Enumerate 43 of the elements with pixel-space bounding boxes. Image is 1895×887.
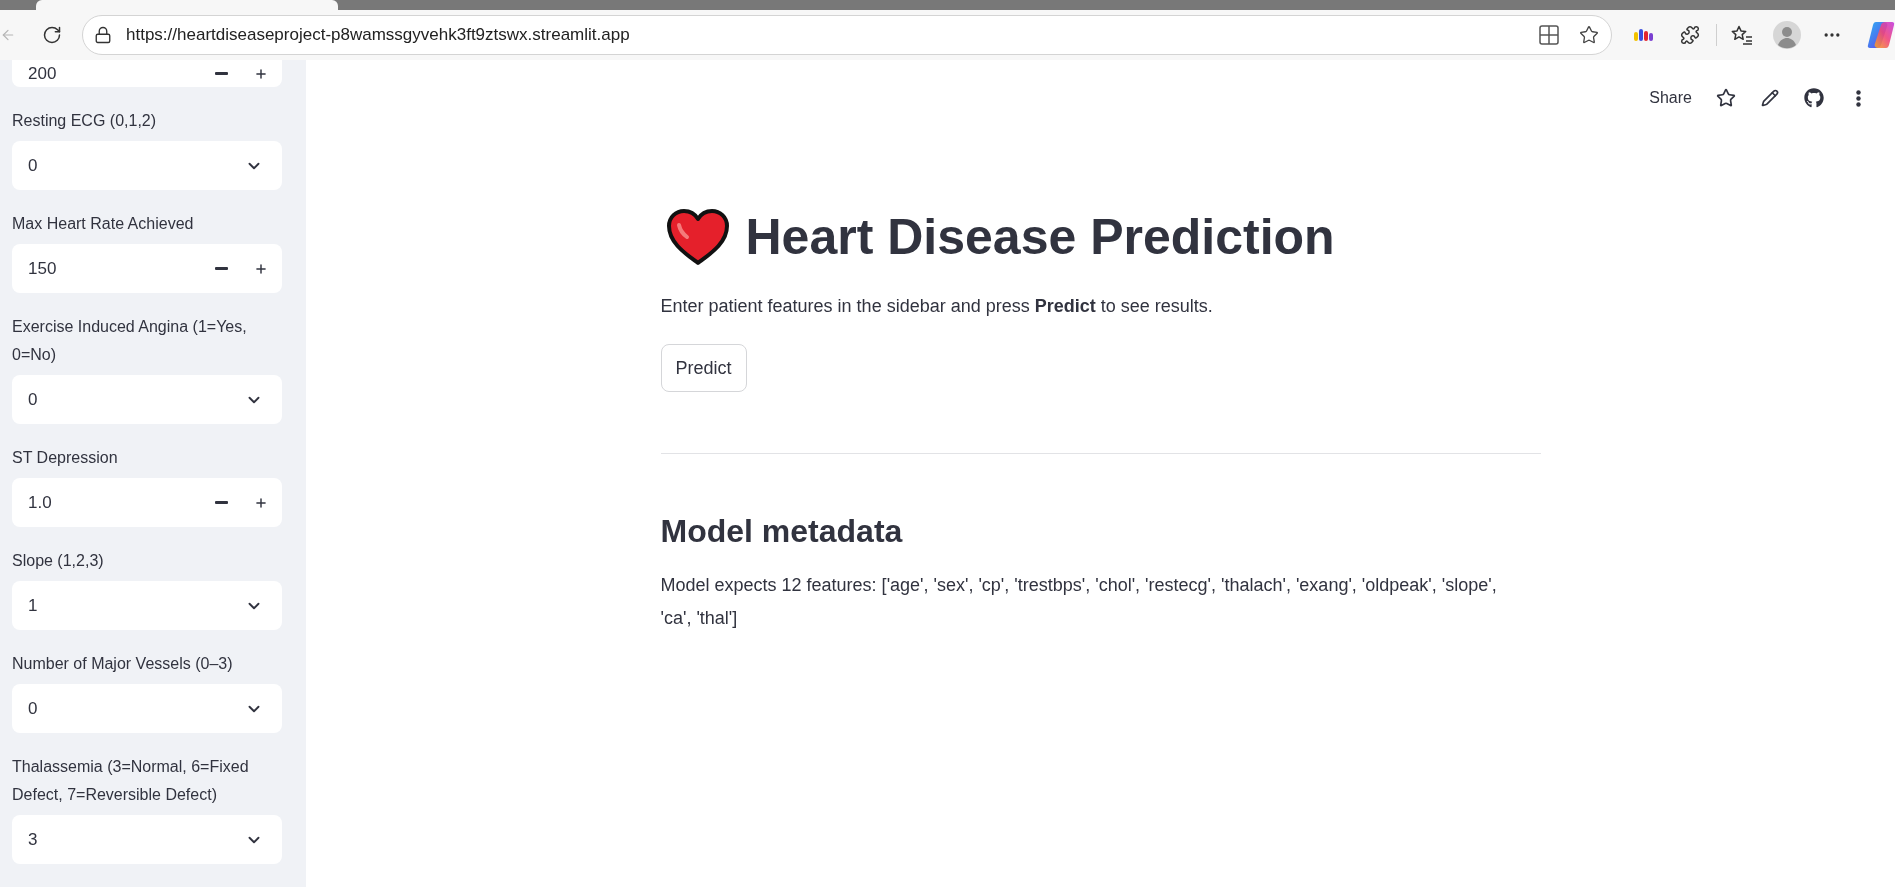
number-input[interactable]: 1.0 <box>12 478 282 527</box>
lock-icon[interactable] <box>94 26 112 44</box>
minus-icon <box>214 501 228 504</box>
github-icon <box>1804 88 1824 108</box>
pencil-icon <box>1761 89 1779 107</box>
select-dropdown[interactable]: 0 <box>12 141 282 190</box>
minus-icon <box>214 267 228 270</box>
reload-icon[interactable] <box>42 25 62 45</box>
section-title: Model metadata <box>660 512 904 551</box>
star-list-icon[interactable] <box>1731 25 1753 45</box>
share-button[interactable]: Share <box>1641 80 1700 116</box>
field-label: Max Heart Rate Achieved <box>12 214 195 234</box>
select-dropdown[interactable]: 0 <box>12 375 282 424</box>
gradient-logo-icon[interactable] <box>1867 21 1895 49</box>
plus-icon <box>254 66 268 81</box>
address-field[interactable]: https://heartdiseaseproject-p8wamssgyvehk3ft9ztswx.streamlit.app <box>82 15 1612 55</box>
field-label: Slope (1,2,3) <box>12 551 105 571</box>
page-title: Heart Disease Prediction <box>745 208 1335 267</box>
field-label: Exercise Induced Angina (1=Yes, 0=No) <box>12 317 248 365</box>
field-label: ST Depression <box>12 448 119 468</box>
field-label: Number of Major Vessels (0–3) <box>12 654 234 674</box>
url-text[interactable]: https://heartdiseaseproject-p8wamssgyvehk3ft9ztswx.streamlit.app <box>126 22 1539 48</box>
predict-button[interactable]: Predict <box>660 344 747 392</box>
heart-icon <box>665 208 730 266</box>
plus-icon <box>254 261 268 276</box>
field-label: Thalassemia (3=Normal, 6=Fixed Defect, 7=Reversible Defect) <box>12 757 250 805</box>
bookmark-star-icon[interactable] <box>1579 25 1599 45</box>
star-icon <box>1716 88 1736 108</box>
select-dropdown[interactable]: 1 <box>12 581 282 630</box>
field-label: Resting ECG (0,1,2) <box>12 111 158 131</box>
puzzle-icon[interactable] <box>1680 25 1700 45</box>
colored-bars-icon[interactable] <box>1634 28 1654 42</box>
intro-text: Enter patient features in the sidebar and press Predict to see results. <box>660 295 1214 318</box>
kebab-menu-icon <box>1855 89 1861 107</box>
profile-avatar-icon[interactable] <box>1773 21 1801 49</box>
grid-icon[interactable] <box>1539 25 1559 45</box>
metadata-text: Model expects 12 features: ['age', 'sex', 'cp', 'trestbps', 'chol', 'restecg', 'thalach', 'exang', 'oldpeak', 'slope', 'ca', 'thal'] <box>660 574 1498 630</box>
select-dropdown[interactable]: 0 <box>12 684 282 733</box>
minus-icon <box>214 72 228 75</box>
select-dropdown[interactable]: 3 <box>12 815 282 864</box>
number-input[interactable]: 200 <box>12 60 282 87</box>
number-input[interactable]: 150 <box>12 244 282 293</box>
plus-icon <box>254 495 268 510</box>
